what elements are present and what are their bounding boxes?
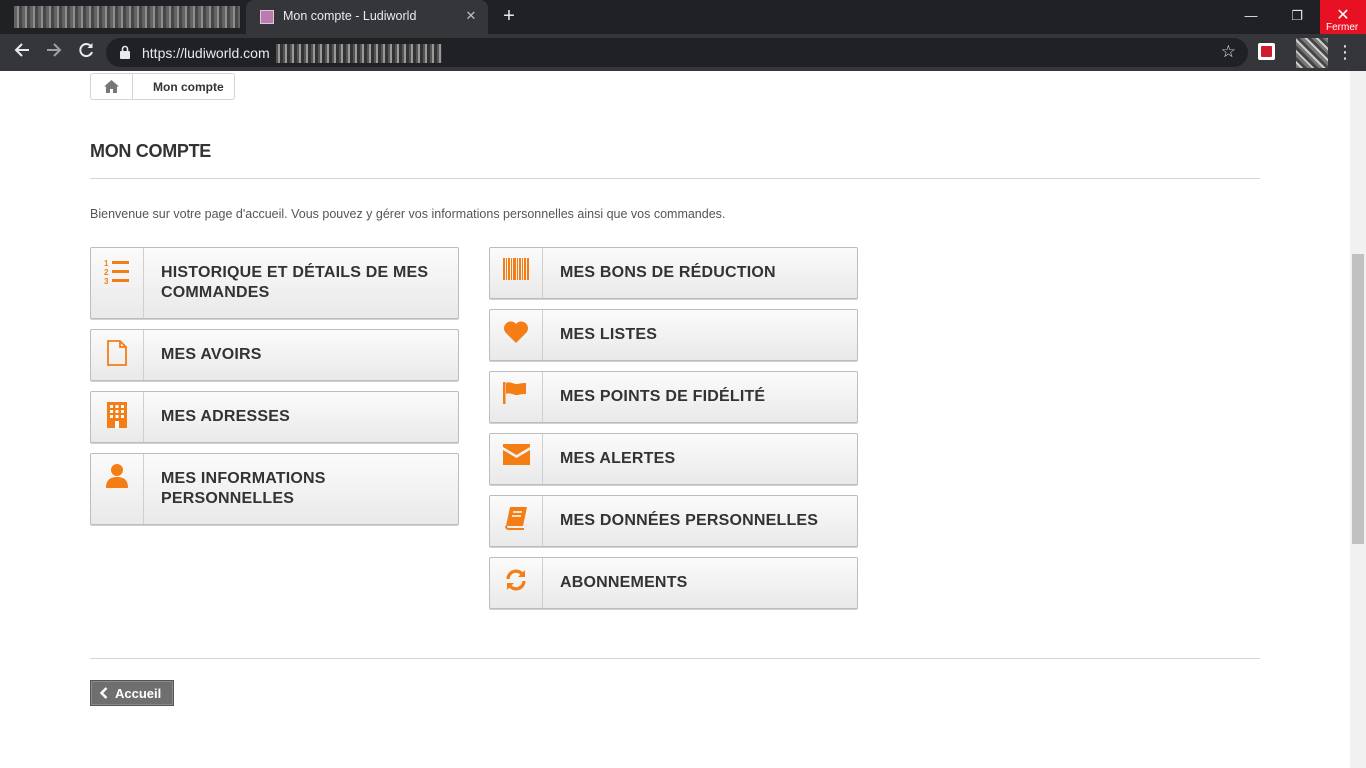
reload-icon[interactable] (74, 41, 98, 65)
extension-icon[interactable] (1258, 43, 1275, 60)
lock-icon (120, 45, 130, 59)
ordered-list-icon: 1 2 3 (91, 248, 144, 318)
personal-info-label: MES INFORMATIONS PERSONNELLES (161, 470, 326, 507)
new-tab-icon[interactable]: + (498, 5, 520, 27)
svg-text:2: 2 (104, 268, 109, 277)
vouchers-label: MES BONS DE RÉDUCTION (560, 264, 776, 281)
alerts-label: MES ALERTES (560, 450, 676, 467)
addresses-label: MES ADRESSES (161, 408, 290, 425)
tab-title: Mon compte - Ludiworld (283, 9, 417, 23)
book-icon (490, 496, 543, 546)
subscriptions-label: ABONNEMENTS (560, 574, 688, 591)
barcode-icon (490, 248, 543, 298)
home-back-label: Accueil (115, 685, 162, 701)
back-arrow-icon[interactable] (10, 41, 34, 65)
chevron-left-icon (100, 687, 108, 699)
alerts-button[interactable]: MES ALERTES (489, 433, 858, 485)
svg-text:1: 1 (104, 259, 109, 268)
loyalty-points-label: MES POINTS DE FIDÉLITÉ (560, 388, 766, 405)
bookmark-star-icon[interactable]: ☆ (1221, 42, 1236, 62)
favicon-icon (260, 10, 274, 24)
browser-menu-icon[interactable]: ⋮ (1336, 40, 1354, 64)
orders-history-button[interactable]: 1 2 3 HISTORIQUE ET DÉTAILS DE MES COMMA… (90, 247, 459, 319)
breadcrumb: Mon compte (90, 73, 235, 100)
close-tooltip: Fermer (1326, 22, 1359, 33)
orders-history-label: HISTORIQUE ET DÉTAILS DE MES COMMANDES (161, 264, 429, 301)
inactive-tab[interactable] (14, 6, 240, 28)
page-title: MON COMPTE (90, 141, 211, 161)
envelope-icon (490, 434, 543, 484)
credit-slips-label: MES AVOIRS (161, 346, 262, 363)
page-scrollbar[interactable] (1350, 71, 1366, 768)
restore-icon[interactable]: ❐ (1274, 0, 1320, 34)
divider (90, 178, 1260, 179)
profile-avatar[interactable] (1296, 38, 1328, 68)
scrollbar-thumb[interactable] (1352, 254, 1364, 544)
breadcrumb-current: Mon compte (153, 79, 224, 94)
url-text: https://ludiworld.com (142, 45, 270, 61)
credit-slips-button[interactable]: MES AVOIRS (90, 329, 459, 381)
vouchers-button[interactable]: MES BONS DE RÉDUCTION (489, 247, 858, 299)
breadcrumb-home-link[interactable] (91, 74, 133, 99)
addresses-button[interactable]: MES ADRESSES (90, 391, 459, 443)
active-tab[interactable]: Mon compte - Ludiworld ✕ (246, 0, 488, 34)
flag-icon (490, 372, 543, 422)
wishlists-label: MES LISTES (560, 326, 658, 343)
forward-arrow-icon[interactable] (42, 41, 66, 65)
building-icon (91, 392, 144, 442)
browser-toolbar: https://ludiworld.com ☆ (0, 34, 1366, 71)
personal-data-label: MES DONNÉES PERSONNELLES (560, 512, 819, 529)
user-icon (91, 454, 144, 524)
minimize-icon[interactable]: — (1228, 0, 1274, 34)
loyalty-points-button[interactable]: MES POINTS DE FIDÉLITÉ (489, 371, 858, 423)
home-icon (104, 80, 119, 93)
browser-tab-bar: Mon compte - Ludiworld ✕ + — ❐ ✕ Fermer (0, 0, 1366, 34)
divider (90, 658, 1260, 659)
file-icon (91, 330, 144, 380)
home-back-button[interactable]: Accueil (90, 680, 174, 706)
wishlists-button[interactable]: MES LISTES (489, 309, 858, 361)
subscriptions-button[interactable]: ABONNEMENTS (489, 557, 858, 609)
page-viewport: Mon compte MON COMPTE Bienvenue sur votr… (0, 71, 1350, 768)
address-bar[interactable]: https://ludiworld.com ☆ (106, 38, 1248, 67)
personal-info-button[interactable]: MES INFORMATIONS PERSONNELLES (90, 453, 459, 525)
svg-text:3: 3 (104, 277, 109, 286)
welcome-text: Bienvenue sur votre page d'accueil. Vous… (90, 207, 726, 221)
refresh-icon (490, 558, 543, 608)
tab-close-icon[interactable]: ✕ (462, 7, 480, 25)
redacted-url-part (276, 44, 442, 63)
heart-icon (490, 310, 543, 360)
personal-data-button[interactable]: MES DONNÉES PERSONNELLES (489, 495, 858, 547)
